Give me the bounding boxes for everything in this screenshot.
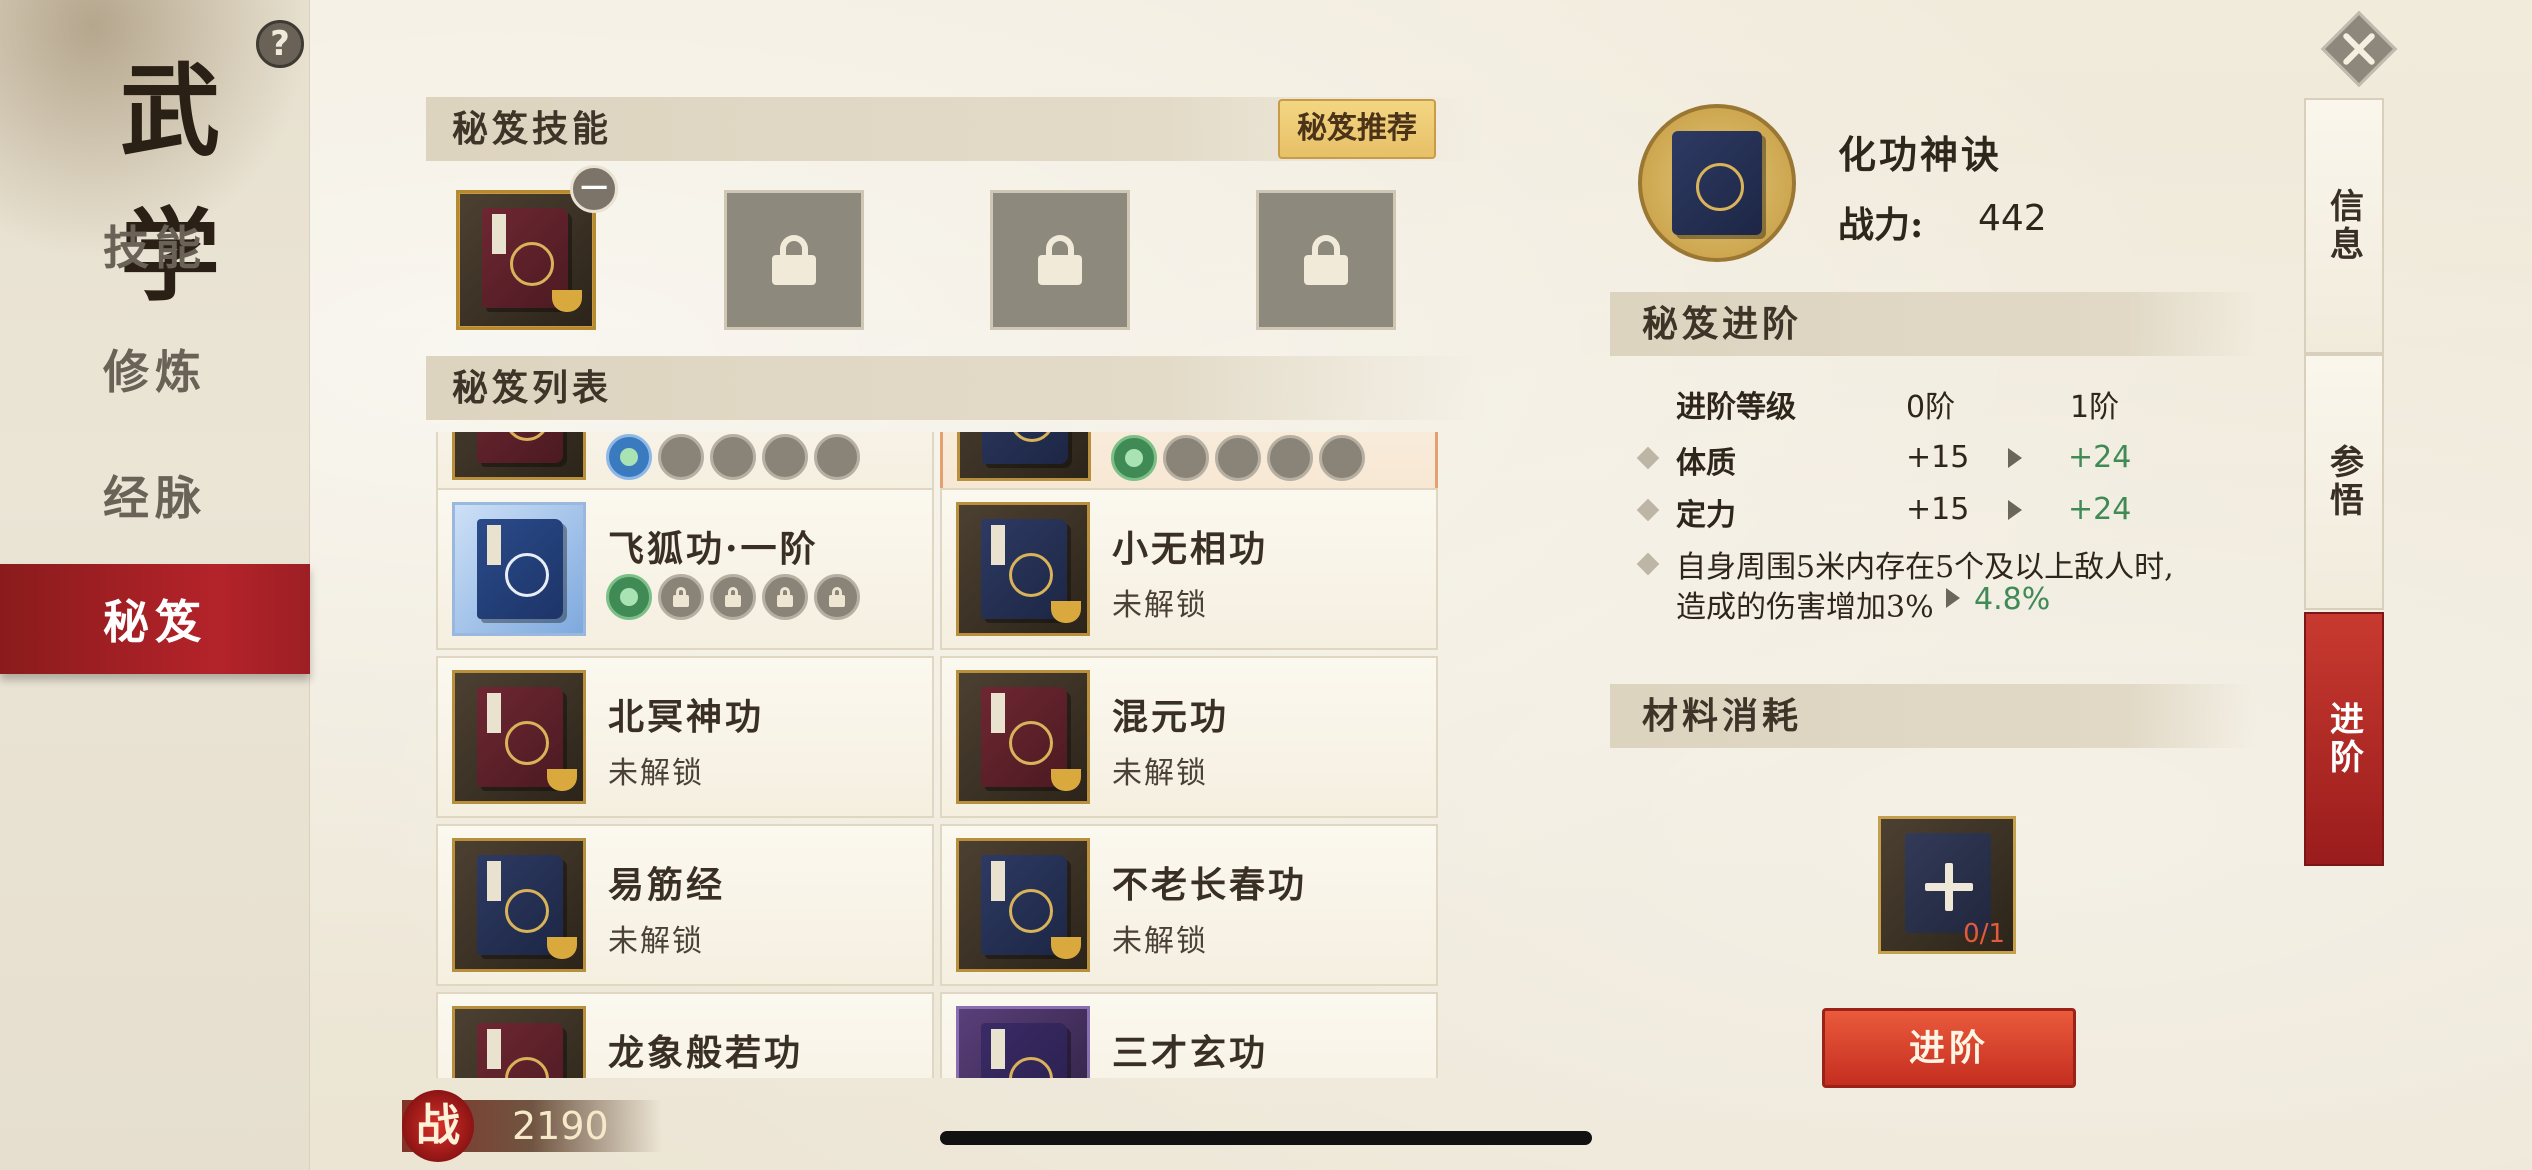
book-name: 三才玄功 [1112,1032,1269,1074]
material-section-header: 材料消耗 [1610,684,2256,748]
level-dot-locked [814,574,860,620]
power-value: 2190 [512,1104,609,1148]
skill-slot-3[interactable] [990,190,1130,330]
book-name: 小无相功 [1112,528,1269,570]
detail-power-value: 442 [1978,198,2047,239]
book-icon [452,502,586,636]
skill-slot-2[interactable] [724,190,864,330]
plus-icon [1925,863,1973,911]
nav-item-secret-books[interactable]: 秘笈 [0,564,310,674]
list-item[interactable]: 飞狐功·一阶 [436,488,934,650]
level-dots [606,574,860,620]
level-dot-locked [762,574,808,620]
attr-to: +24 [2068,440,2132,475]
book-name: 混元功 [1112,696,1230,738]
secret-list-header: 秘笈列表 [426,356,1484,420]
list-item[interactable]: 龙象般若功 [436,992,934,1078]
tab-advance[interactable]: 进阶 [2304,612,2384,866]
book-status: 未解锁 [608,756,704,791]
level-dot-locked [658,574,704,620]
level-dots [606,434,860,480]
level-dot-unlocked [606,574,652,620]
remove-skill-icon[interactable]: − [570,165,618,213]
tab-info[interactable]: 信息 [2304,98,2384,354]
nav-item-meridians[interactable]: 经脉 [0,440,310,550]
book-name: 易筋经 [608,864,726,906]
left-nav: 武 学 ? 技能 修炼 经脉 秘笈 [0,0,310,1170]
attr-from: +15 [1906,492,1970,527]
secret-book-list[interactable]: 飞狐功·一阶 小无相功 未解锁 北冥神功 未解锁 混元功 未解锁 易筋经 未解锁… [436,432,1440,1078]
arrow-right-icon [1946,588,1960,608]
advance-button[interactable]: 进阶 [1822,1008,2076,1088]
advance-section-header: 秘笈进阶 [1610,292,2256,356]
tab-comprehend[interactable]: 参悟 [2304,354,2384,610]
book-icon [452,1006,586,1078]
book-name: 龙象般若功 [608,1032,804,1074]
level-to: 1阶 [2070,390,2120,425]
list-item-selected[interactable] [940,432,1438,494]
book-icon [452,838,586,972]
book-icon [956,670,1090,804]
list-item[interactable]: 混元功 未解锁 [940,656,1438,818]
attr-name: 定力 [1676,498,1736,533]
list-item[interactable]: 易筋经 未解锁 [436,824,934,986]
book-icon [956,838,1090,972]
material-slot[interactable]: 0/1 [1878,816,2016,954]
lock-icon [1304,235,1348,285]
list-item[interactable]: 北冥神功 未解锁 [436,656,934,818]
power-icon: 战 [402,1090,474,1162]
book-name: 北冥神功 [608,696,765,738]
lock-icon [1038,235,1082,285]
arrow-right-icon [2008,448,2022,468]
level-from: 0阶 [1906,390,1956,425]
help-icon[interactable]: ? [256,20,304,68]
attr-from: +15 [1906,440,1970,475]
level-dots [1111,435,1365,481]
recommend-button[interactable]: 秘笈推荐 [1278,99,1436,159]
book-status: 未解锁 [1112,756,1208,791]
home-indicator [940,1131,1592,1145]
skill-slot-1[interactable] [456,190,596,330]
book-icon [957,432,1091,481]
lock-icon [772,235,816,285]
effect-next-value: 4.8% [1974,582,2051,617]
book-icon [956,1006,1090,1078]
book-status: 未解锁 [1112,588,1208,623]
list-item[interactable]: 小无相功 未解锁 [940,488,1438,650]
book-name: 飞狐功·一阶 [608,528,819,570]
book-icon [460,194,592,326]
selected-book-icon [1638,104,1796,262]
level-label: 进阶等级 [1676,390,1796,425]
effect-line-1: 自身周围5米内存在5个及以上敌人时, [1676,550,2174,585]
book-name: 不老长春功 [1112,864,1308,906]
arrow-right-icon [2008,500,2022,520]
close-icon[interactable] [2320,10,2398,88]
list-item[interactable]: 不老长春功 未解锁 [940,824,1438,986]
nav-item-skills[interactable]: 技能 [0,190,310,300]
detail-power-label: 战力: [1838,204,1924,246]
list-item[interactable] [436,432,934,494]
list-item[interactable]: 三才玄功 [940,992,1438,1078]
book-status: 未解锁 [608,924,704,959]
selected-book-name: 化功神诀 [1838,132,2003,177]
book-status: 未解锁 [1112,924,1208,959]
book-icon [452,432,586,480]
book-icon [956,502,1090,636]
attr-name: 体质 [1676,446,1736,481]
effect-line-2: 造成的伤害增加3% [1676,590,1934,625]
nav-item-training[interactable]: 修炼 [0,314,310,424]
book-icon [452,670,586,804]
material-count: 0/1 [1963,919,2005,949]
attr-to: +24 [2068,492,2132,527]
skill-slot-4[interactable] [1256,190,1396,330]
level-dot-locked [710,574,756,620]
